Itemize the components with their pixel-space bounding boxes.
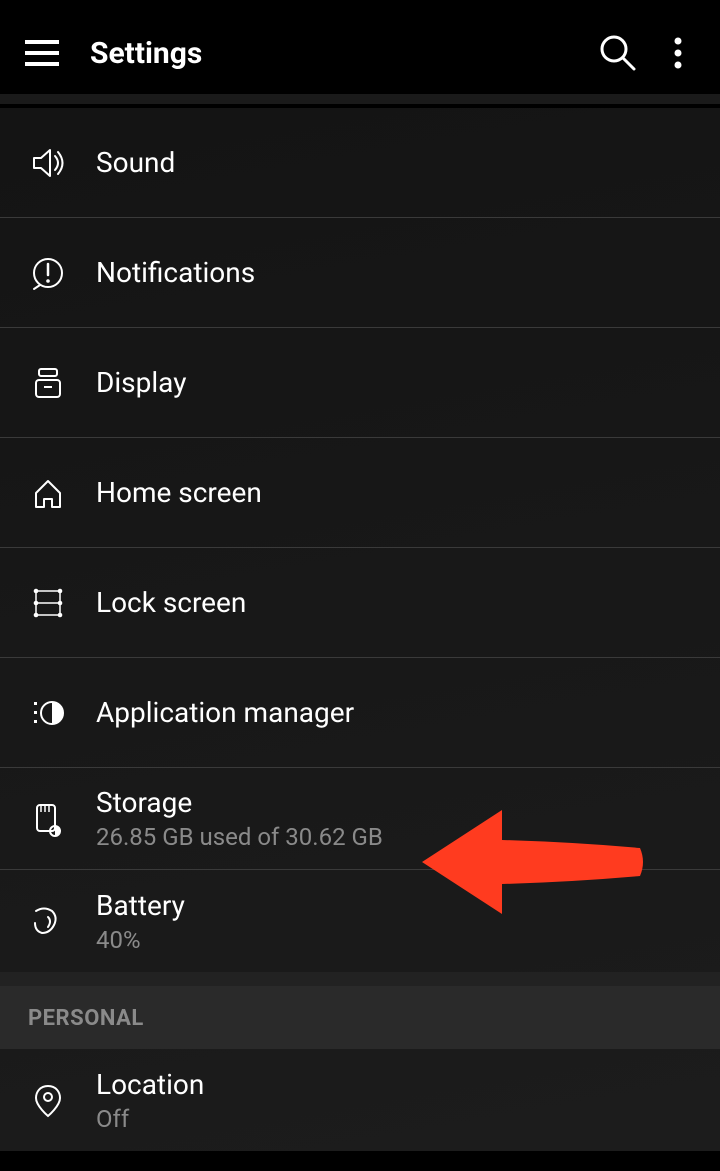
page-title: Settings xyxy=(90,36,594,71)
item-sublabel: 26.85 GB used of 30.62 GB xyxy=(96,823,383,851)
settings-item-lock-screen[interactable]: Lock screen xyxy=(0,548,720,658)
settings-item-application-manager[interactable]: Application manager xyxy=(0,658,720,768)
search-button[interactable] xyxy=(594,29,642,77)
item-label: Battery xyxy=(96,889,185,922)
status-bar xyxy=(0,0,720,12)
item-label: Application manager xyxy=(96,696,354,729)
item-label: Notifications xyxy=(96,256,255,289)
item-label: Display xyxy=(96,366,186,399)
item-sublabel: Off xyxy=(96,1105,204,1133)
settings-item-sound[interactable]: Sound xyxy=(0,108,720,218)
item-label: Storage xyxy=(96,786,383,819)
settings-item-location[interactable]: Location Off xyxy=(0,1049,720,1151)
settings-item-notifications[interactable]: Notifications xyxy=(0,218,720,328)
app-bar: Settings xyxy=(0,12,720,94)
divider xyxy=(0,94,720,104)
search-icon xyxy=(598,33,638,73)
section-header-personal: PERSONAL xyxy=(0,986,720,1049)
notifications-icon xyxy=(30,255,66,291)
item-label: Home screen xyxy=(96,476,262,509)
more-vertical-icon xyxy=(674,37,682,69)
item-label: Location xyxy=(96,1068,204,1101)
storage-icon xyxy=(30,801,66,837)
settings-item-storage[interactable]: Storage 26.85 GB used of 30.62 GB xyxy=(0,768,720,870)
location-icon xyxy=(30,1082,66,1118)
home-icon xyxy=(30,475,66,511)
lock-screen-icon xyxy=(30,585,66,621)
overflow-button[interactable] xyxy=(654,29,702,77)
item-sublabel: 40% xyxy=(96,926,185,954)
battery-icon xyxy=(30,903,66,939)
application-manager-icon xyxy=(30,695,66,731)
sound-icon xyxy=(30,145,66,181)
section-gap xyxy=(0,972,720,986)
hamburger-icon xyxy=(25,40,59,66)
display-icon xyxy=(30,365,66,401)
settings-list: Sound Notifications Display xyxy=(0,108,720,1151)
settings-item-home-screen[interactable]: Home screen xyxy=(0,438,720,548)
item-label: Lock screen xyxy=(96,586,246,619)
item-label: Sound xyxy=(96,146,175,179)
menu-button[interactable] xyxy=(18,29,66,77)
settings-item-battery[interactable]: Battery 40% xyxy=(0,870,720,972)
settings-item-display[interactable]: Display xyxy=(0,328,720,438)
